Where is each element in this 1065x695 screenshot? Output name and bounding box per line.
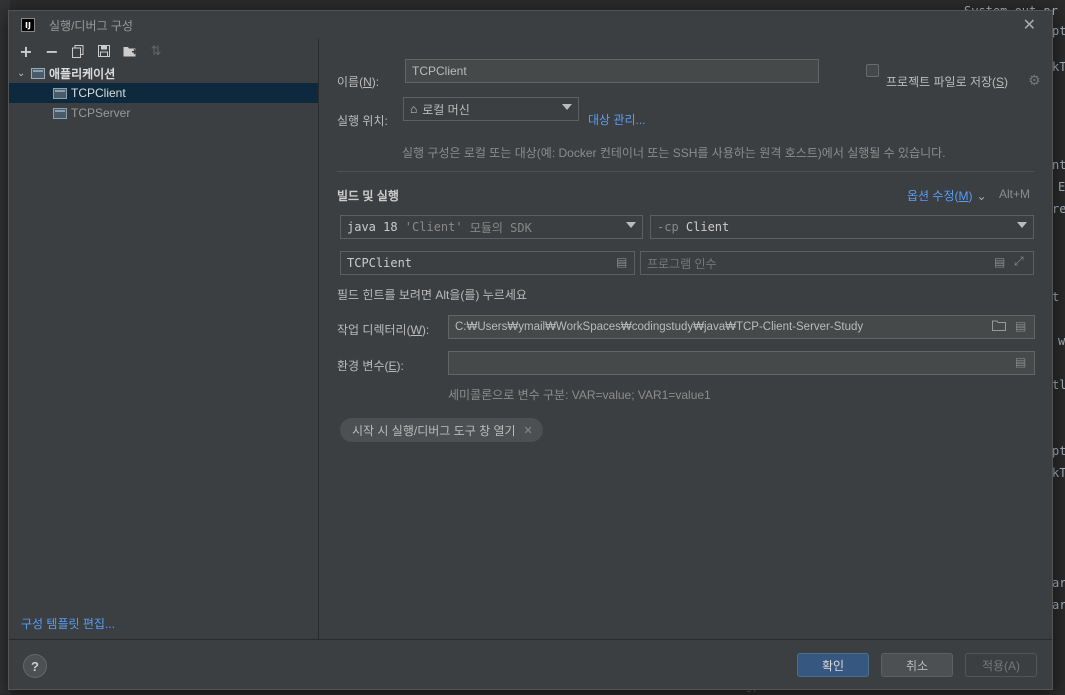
help-button[interactable]: ? bbox=[23, 654, 47, 678]
run-on-value: 로컬 머신 bbox=[422, 102, 470, 117]
remove-icon[interactable]: − bbox=[41, 41, 63, 61]
dropdown-arrow-icon bbox=[1017, 222, 1027, 228]
tree-group-label: 애플리케이션 bbox=[49, 66, 116, 81]
home-icon: ⌂ bbox=[410, 102, 418, 116]
main-class-field[interactable]: TCPClient bbox=[340, 251, 635, 275]
edit-templates-link[interactable]: 구성 템플릿 편집... bbox=[21, 615, 115, 632]
name-field[interactable]: TCPClient bbox=[405, 59, 819, 83]
section-divider bbox=[337, 171, 1034, 172]
new-folder-icon[interactable] bbox=[119, 41, 141, 61]
tree-item-tcpserver[interactable]: TCPServer bbox=[9, 103, 318, 123]
env-vars-field[interactable] bbox=[448, 351, 1035, 375]
folder-icon[interactable] bbox=[992, 320, 1006, 334]
run-on-hint: 실행 구성은 로컬 또는 대상(예: Docker 컨테이너 또는 SSH를 사… bbox=[402, 146, 946, 160]
build-run-section-title: 빌드 및 실행 bbox=[337, 189, 399, 203]
tree-item-label: TCPServer bbox=[71, 106, 131, 120]
close-icon[interactable]: ✕ bbox=[1023, 15, 1036, 35]
apply-button[interactable]: 적용(A) bbox=[965, 653, 1037, 677]
open-tool-window-chip[interactable]: 시작 시 실행/디버그 도구 창 열기 ✕ bbox=[340, 418, 543, 442]
dialog-title: 실행/디버그 구성 bbox=[49, 18, 133, 33]
bg-code-right-8: w bbox=[1058, 334, 1065, 348]
remove-chip-icon[interactable]: ✕ bbox=[524, 424, 533, 437]
tree-toolbar: + − ⇅ bbox=[9, 39, 318, 63]
ok-button[interactable]: 확인 bbox=[797, 653, 869, 677]
configurations-tree-pane: + − ⇅ ⌄ 애플리케이션 TCPClient TCPServer bbox=[9, 39, 319, 639]
manage-targets-link[interactable]: 대상 관리... bbox=[588, 111, 646, 128]
run-on-label: 실행 위치: bbox=[337, 114, 388, 128]
sort-icon: ⇅ bbox=[150, 43, 162, 59]
workdir-label: 작업 디렉터리(W): bbox=[337, 323, 430, 337]
configuration-form: 이름(N): TCPClient 프로젝트 파일로 저장(S) ⚙ 실행 위치:… bbox=[320, 39, 1054, 639]
field-hint: 필드 힌트를 보려면 Alt을(를) 누르세요 bbox=[337, 288, 527, 302]
classpath-combo[interactable]: -cp Client bbox=[650, 215, 1034, 239]
maximize-icon[interactable]: ⤢ bbox=[1014, 254, 1024, 269]
store-as-project-checkbox[interactable] bbox=[866, 64, 879, 77]
chevron-down-icon[interactable]: ⌄ bbox=[17, 68, 29, 79]
workdir-field[interactable]: C:₩Users₩ymail₩WorkSpaces₩codingstudy₩ja… bbox=[448, 315, 1035, 339]
add-icon[interactable]: + bbox=[15, 41, 37, 61]
save-icon[interactable] bbox=[93, 41, 115, 61]
copy-icon[interactable] bbox=[67, 41, 89, 61]
bg-code-right-5: E bbox=[1058, 180, 1065, 194]
run-on-combo[interactable]: ⌂ 로컬 머신 bbox=[403, 97, 579, 121]
env-vars-hint: 세미콜론으로 변수 구분: VAR=value; VAR1=value1 bbox=[448, 388, 711, 402]
jdk-prefix: java 18 bbox=[347, 220, 405, 234]
jdk-suffix: 모듈의 SDK bbox=[462, 220, 532, 235]
gear-icon[interactable]: ⚙ bbox=[1028, 73, 1041, 89]
cancel-button[interactable]: 취소 bbox=[881, 653, 953, 677]
env-vars-label: 환경 변수(E): bbox=[337, 359, 404, 373]
expand-list-icon[interactable]: ▤ bbox=[994, 255, 1005, 269]
tree-item-tcpclient[interactable]: TCPClient bbox=[9, 83, 318, 103]
env-edit-icon[interactable]: ▤ bbox=[1015, 355, 1026, 369]
browse-list-icon[interactable]: ▤ bbox=[616, 255, 627, 269]
application-icon bbox=[31, 67, 45, 79]
modify-options-link[interactable]: 옵션 수정(M) ⌄ bbox=[907, 187, 987, 204]
run-config-icon bbox=[53, 107, 67, 119]
dialog-footer: ? 확인 취소 적용(A) bbox=[9, 639, 1052, 691]
run-config-icon bbox=[53, 87, 67, 99]
store-as-project-label[interactable]: 프로젝트 파일로 저장(S) bbox=[886, 73, 1008, 90]
jdk-module: 'Client' bbox=[404, 220, 463, 234]
intellij-logo-icon: IJ bbox=[21, 18, 35, 32]
tree-group-application[interactable]: ⌄ 애플리케이션 bbox=[9, 63, 318, 83]
name-label: 이름(N): bbox=[337, 75, 380, 89]
chip-label: 시작 시 실행/디버그 도구 창 열기 bbox=[352, 423, 516, 438]
dialog-titlebar: IJ 실행/디버그 구성 ✕ bbox=[9, 11, 1052, 39]
classpath-module: Client bbox=[685, 220, 730, 234]
jdk-combo[interactable]: java 18 'Client' 모듈의 SDK bbox=[340, 215, 643, 239]
dropdown-arrow-icon bbox=[562, 104, 572, 110]
macro-list-icon[interactable]: ▤ bbox=[1015, 319, 1026, 333]
dropdown-arrow-icon bbox=[626, 222, 636, 228]
modify-options-shortcut: Alt+M bbox=[999, 187, 1031, 201]
program-args-field[interactable]: 프로그램 인수 bbox=[640, 251, 1034, 275]
tree-item-label: TCPClient bbox=[71, 86, 126, 100]
classpath-prefix: -cp bbox=[657, 220, 686, 234]
run-debug-configurations-dialog: IJ 실행/디버그 구성 ✕ + − ⇅ ⌄ 애플리케이션 TCPClient … bbox=[8, 10, 1053, 690]
bg-code-right-2: pt bbox=[1052, 24, 1065, 38]
